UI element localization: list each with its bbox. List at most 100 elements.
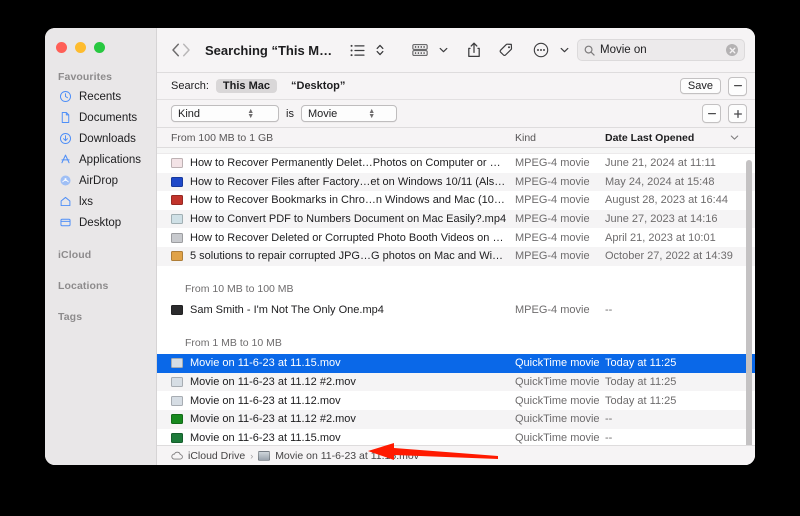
group-by-icon [412, 44, 428, 56]
finder-window: Favourites Recents Documents Downloads A… [45, 28, 755, 465]
sidebar-item-downloads[interactable]: Downloads [45, 128, 156, 149]
file-date-cell: June 21, 2024 at 11:11 [605, 157, 716, 170]
view-options-stepper[interactable] [372, 38, 388, 62]
sidebar-item-label: lxs [79, 195, 94, 208]
home-icon [58, 195, 72, 209]
path-file-label[interactable]: Movie on 11-6-23 at 11.15.mov [275, 450, 419, 462]
file-date-cell: Today at 11:25 [605, 357, 677, 370]
search-criteria-bar: Kind ▲ ▼ is Movie ▲ ▼ [157, 100, 755, 128]
file-kind-cell: QuickTime movie [515, 394, 600, 407]
file-date-cell: June 27, 2023 at 14:16 [605, 213, 718, 226]
table-row[interactable]: How to Recover Permanently Delet…Photos … [157, 154, 755, 173]
chevron-down-icon [439, 47, 448, 53]
file-kind-cell: QuickTime movie [515, 413, 600, 426]
table-row[interactable]: Movie on 11-6-23 at 11.12 #2.mov QuickTim… [157, 409, 755, 429]
file-thumbnail-icon [171, 377, 183, 388]
file-date-cell: -- [605, 431, 613, 444]
sidebar-item-label: Recents [79, 90, 122, 103]
file-name-cell: How to Recover Bookmarks in Chro…n Windo… [190, 194, 515, 207]
close-button[interactable] [56, 41, 67, 53]
file-kind-cell: MPEG-4 movie [515, 303, 590, 316]
document-icon [58, 111, 72, 125]
table-row[interactable]: How to Recover Files after Factory…et on… [157, 172, 755, 192]
remove-saved-search-button[interactable] [728, 76, 747, 96]
file-name-cell: 5 solutions to repair corrupted JPG…G ph… [190, 250, 515, 263]
window-body: Favourites Recents Documents Downloads A… [45, 28, 755, 465]
column-header-date-label: Date Last Opened [605, 131, 695, 144]
table-row[interactable]: How to Recover Deleted or Corrupted Phot… [157, 228, 755, 247]
scope-desktop[interactable]: “Desktop” [284, 79, 352, 93]
criteria-attribute-value: Kind [178, 107, 201, 120]
search-input[interactable] [600, 44, 721, 56]
table-row[interactable]: Sam Smith - I'm Not The Only One.mp4 MPEG… [157, 301, 755, 320]
chevron-right-icon [182, 43, 190, 57]
content-pane: Searching “This M… Movie on Search: This… [157, 28, 755, 465]
file-list-container: How to Recover Permanently Delet…Photos … [157, 148, 755, 445]
file-thumbnail-icon [171, 304, 183, 315]
group-by-button[interactable] [408, 38, 432, 62]
file-thumbnail-icon [171, 232, 183, 243]
add-criteria-button[interactable] [728, 104, 747, 123]
airdrop-icon [58, 174, 72, 188]
clear-search-icon[interactable] [726, 44, 738, 56]
table-row[interactable]: Movie on 11-6-23 at 11.12.mov QuickTime m… [157, 391, 755, 410]
forward-button[interactable] [182, 38, 191, 62]
file-date-cell: Today at 11:25 [605, 394, 677, 407]
sidebar-item-recents[interactable]: Recents [45, 86, 156, 107]
table-row[interactable]: Movie on 11-6-23 at 11.15.mov QuickTime m… [157, 429, 755, 445]
remove-criteria-button[interactable] [702, 104, 721, 123]
window-title: Searching “This M… [205, 42, 333, 58]
table-row[interactable]: Movie on 11-6-23 at 11.12 #2.mov QuickTim… [157, 372, 755, 392]
path-separator: › [250, 450, 254, 461]
vertical-scrollbar[interactable] [746, 154, 752, 445]
group-by-chevron[interactable] [435, 38, 452, 62]
group-header: From 1 MB to 10 MB [157, 331, 755, 355]
scrollbar-thumb[interactable] [746, 160, 752, 445]
view-list-button[interactable] [346, 38, 369, 62]
share-button[interactable] [463, 38, 485, 62]
table-row[interactable]: Movie on 11-6-23 at 11.15.mov QuickTime m… [157, 354, 755, 373]
file-thumbnail-icon [171, 195, 183, 206]
file-kind-cell: MPEG-4 movie [515, 194, 590, 207]
file-date-cell: Today at 11:25 [605, 376, 677, 389]
more-actions-chevron[interactable] [556, 38, 573, 62]
sidebar-item-documents[interactable]: Documents [45, 107, 156, 128]
criteria-value-select[interactable]: Movie ▲ ▼ [300, 105, 397, 122]
search-field[interactable] [577, 39, 745, 61]
sidebar-item-desktop[interactable]: Desktop [45, 212, 156, 233]
table-row[interactable]: How to Convert PDF to Numbers Document o… [157, 209, 755, 229]
tag-button[interactable] [495, 38, 519, 62]
column-header-kind[interactable]: Kind [515, 132, 605, 144]
minimize-button[interactable] [75, 41, 86, 53]
table-row[interactable]: 5 solutions to repair corrupted JPG…G ph… [157, 246, 755, 266]
file-name-cell: How to Recover Files after Factory…et on… [190, 175, 515, 188]
sidebar-item-applications[interactable]: Applications [45, 149, 156, 170]
file-name-cell: Movie on 11-6-23 at 11.15.mov [190, 357, 341, 370]
chevron-down-icon [730, 135, 739, 140]
sidebar: Favourites Recents Documents Downloads A… [45, 28, 157, 465]
more-actions-button[interactable] [529, 38, 553, 62]
cloud-icon [171, 450, 183, 462]
path-root-label[interactable]: iCloud Drive [188, 450, 245, 462]
file-name-cell: How to Recover Deleted or Corrupted Phot… [190, 231, 515, 244]
save-search-button[interactable]: Save [679, 78, 721, 94]
column-header-date[interactable]: Date Last Opened [605, 132, 755, 144]
stepper-icon: ▲ ▼ [368, 108, 376, 119]
scope-this-mac[interactable]: This Mac [215, 79, 277, 93]
zoom-button[interactable] [94, 41, 105, 53]
file-date-cell: -- [605, 413, 613, 426]
stepper-icon: ▲ ▼ [247, 108, 255, 119]
sidebar-item-label: Applications [79, 153, 142, 166]
back-button[interactable] [171, 38, 180, 62]
criteria-attribute-select[interactable]: Kind ▲ ▼ [171, 105, 279, 122]
column-header-name[interactable]: From 100 MB to 1 GB [171, 132, 515, 144]
sidebar-item-lxs-home[interactable]: lxs [45, 191, 156, 212]
file-thumbnail-icon [171, 158, 183, 169]
sidebar-item-airdrop[interactable]: AirDrop [45, 170, 156, 191]
sidebar-item-label: AirDrop [79, 174, 118, 187]
file-kind-cell: MPEG-4 movie [515, 213, 590, 226]
table-row[interactable]: How to Recover Bookmarks in Chro…n Windo… [157, 191, 755, 210]
criteria-operator-label: is [286, 107, 294, 120]
criteria-value-text: Movie [307, 107, 338, 120]
